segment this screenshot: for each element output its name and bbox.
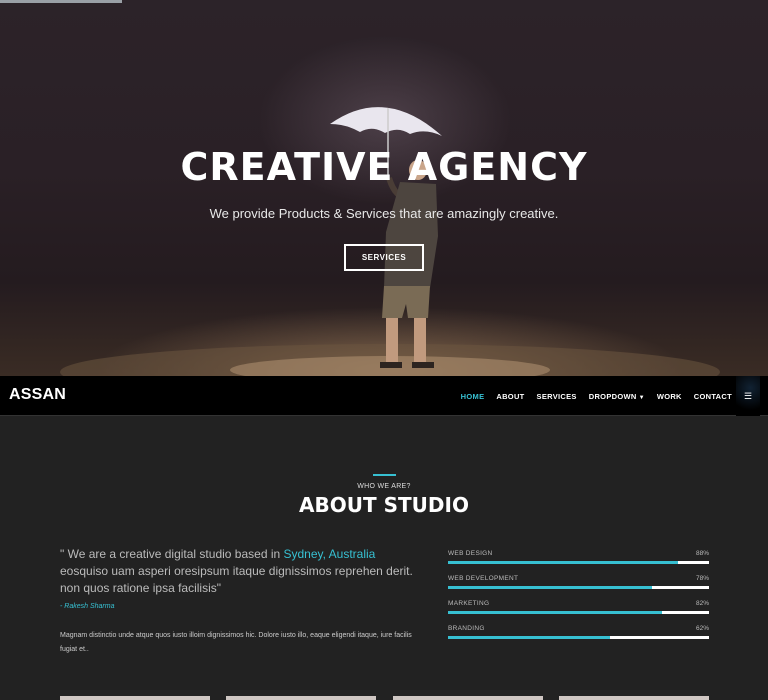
portfolio-card[interactable]	[559, 696, 709, 700]
skill-item: WEB DEVELOPMENT 78%	[448, 575, 709, 600]
caret-down-icon: ▼	[638, 394, 645, 401]
about-body-text: Magnam distinctio unde atque quos iusto …	[60, 632, 412, 653]
nav-item-about[interactable]: ABOUT	[496, 392, 524, 401]
nav-item-contact[interactable]: CONTACT	[694, 392, 732, 401]
about-section: WHO WE ARE? ABOUT STUDIO " We are a crea…	[0, 417, 768, 700]
nav-item-home[interactable]: HOME	[461, 392, 485, 401]
skill-percent: 62%	[695, 625, 709, 632]
skill-progress-track	[448, 561, 709, 564]
skill-label: MARKETING	[448, 600, 490, 607]
skill-progress-track	[448, 586, 709, 589]
skill-percent: 82%	[695, 600, 709, 607]
section-eyebrow: WHO WE ARE?	[357, 483, 411, 490]
services-button[interactable]: SERVICES	[344, 244, 424, 271]
side-menu-button[interactable]: ☰	[736, 376, 760, 416]
portfolio-card[interactable]	[60, 696, 210, 700]
nav-menu: HOME ABOUT SERVICES DROPDOWN ▼ WORK CONTA…	[449, 376, 732, 416]
skill-progress-fill	[448, 586, 652, 589]
brand-logo[interactable]: ASSAN	[9, 386, 66, 404]
skill-progress-track	[448, 636, 709, 639]
skill-label: BRANDING	[448, 625, 485, 632]
nav-item-work[interactable]: WORK	[657, 392, 682, 401]
skill-progress-fill	[448, 611, 663, 614]
quote-author: - Rakesh Sharma	[60, 603, 115, 610]
page-loading-bar	[0, 0, 122, 3]
hero-subtitle: We provide Products & Services that are …	[209, 206, 559, 221]
quote-location-link[interactable]: Sydney, Australia	[284, 547, 376, 561]
skill-progress-fill	[448, 636, 610, 639]
quote-text-end: eosquiso uam asperi oresipsum itaque dig…	[60, 564, 413, 595]
portfolio-cards-peek	[0, 696, 768, 700]
section-accent-line	[373, 474, 396, 476]
portfolio-card[interactable]	[226, 696, 376, 700]
nav-item-services[interactable]: SERVICES	[537, 392, 577, 401]
quote-text-start: " We are a creative digital studio based…	[60, 547, 284, 561]
skill-progress-fill	[448, 561, 678, 564]
skill-item: MARKETING 82%	[448, 600, 709, 625]
skill-item: WEB DESIGN 88%	[448, 550, 709, 575]
nav-item-dropdown[interactable]: DROPDOWN ▼	[589, 392, 645, 401]
hero-section: CREATIVE AGENCY We provide Products & Se…	[0, 0, 768, 376]
skill-label: WEB DEVELOPMENT	[448, 575, 519, 582]
main-navbar: ASSAN HOME ABOUT SERVICES DROPDOWN ▼ WORK…	[0, 376, 768, 416]
skill-item: BRANDING 62%	[448, 625, 709, 650]
portfolio-card[interactable]	[393, 696, 543, 700]
skill-label: WEB DESIGN	[448, 550, 493, 557]
skill-percent: 78%	[695, 575, 709, 582]
skill-percent: 88%	[695, 550, 709, 557]
about-quote: " We are a creative digital studio based…	[60, 546, 425, 597]
section-title: ABOUT STUDIO	[299, 493, 469, 517]
list-icon: ☰	[743, 390, 753, 401]
nav-item-dropdown-label: DROPDOWN	[588, 391, 637, 401]
skill-progress-track	[448, 611, 709, 614]
hero-title: CREATIVE AGENCY	[180, 145, 588, 189]
skills-list: WEB DESIGN 88% WEB DEVELOPMENT 78% MARKE…	[448, 550, 709, 650]
